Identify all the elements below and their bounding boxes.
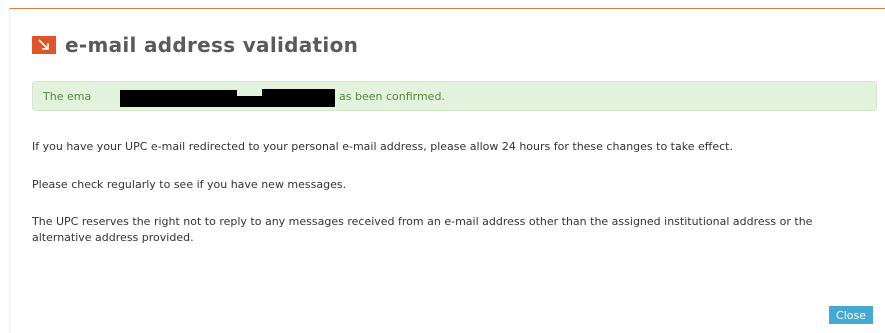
validation-dialog: e-mail address validation The ema as bee… [9,8,885,333]
arrow-down-right-icon [32,36,56,54]
success-alert: The ema as been confirmed. [32,81,877,111]
close-button[interactable]: Close [829,306,873,324]
redaction-bar [237,96,335,107]
info-paragraph: The UPC reserves the right not to reply … [32,215,813,244]
dialog-header: e-mail address validation [32,33,358,57]
alert-text-start: The ema [43,90,92,103]
redaction-bar [262,89,335,97]
redaction-bar [120,90,237,107]
dialog-title: e-mail address validation [65,33,359,57]
info-paragraph: If you have your UPC e-mail redirected t… [32,140,733,153]
alert-text-end: as been confirmed. [339,90,445,103]
info-paragraph: Please check regularly to see if you hav… [32,178,347,191]
